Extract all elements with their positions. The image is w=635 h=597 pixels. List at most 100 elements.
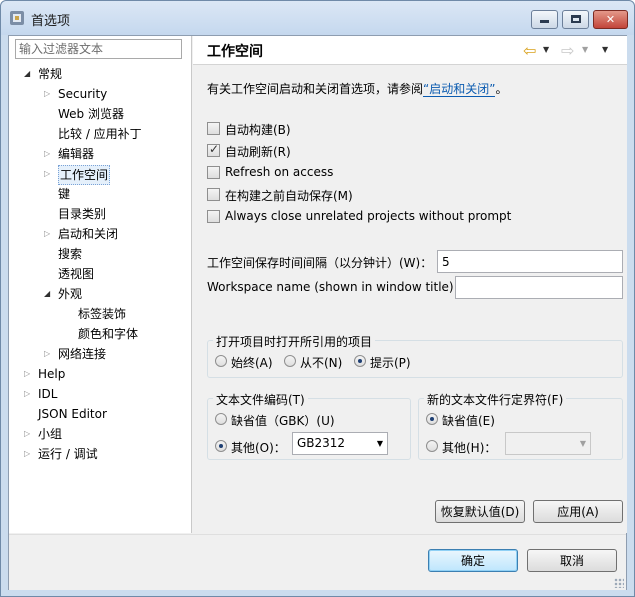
back-history-dropdown-icon[interactable]: ▼ bbox=[543, 45, 549, 54]
tree-item[interactable]: ▷ 编辑器 bbox=[9, 145, 192, 163]
tree-item[interactable]: ▷ Security bbox=[9, 85, 192, 103]
collapsed-arrow-icon[interactable]: ▷ bbox=[24, 425, 30, 443]
open-refs-always-radio[interactable] bbox=[215, 355, 227, 367]
tree-item-label: Help bbox=[38, 367, 66, 381]
tree-item[interactable]: 透视图 bbox=[9, 265, 192, 283]
tree-item-label: 启动和关闭 bbox=[58, 227, 119, 241]
tree-item-label: 网络连接 bbox=[58, 347, 107, 361]
encoding-combo[interactable]: GB2312 ▼ bbox=[292, 432, 388, 455]
encoding-default-label[interactable]: 缺省值（GBK）(U) bbox=[231, 412, 335, 429]
tree-item-label: IDL bbox=[38, 387, 58, 401]
line-delimiter-combo[interactable]: ▼ bbox=[505, 432, 591, 455]
tree-item-label: 编辑器 bbox=[58, 147, 95, 161]
minimize-icon bbox=[540, 20, 549, 23]
tree-item[interactable]: ◢ 外观 bbox=[9, 285, 192, 303]
tree-item[interactable]: ▷ 网络连接 bbox=[9, 345, 192, 363]
ok-button[interactable]: 确定 bbox=[428, 549, 518, 572]
resize-grip-icon[interactable] bbox=[614, 578, 624, 588]
restore-defaults-button[interactable]: 恢复默认值(D) bbox=[435, 500, 525, 523]
open-refs-prompt-label[interactable]: 提示(P) bbox=[370, 354, 411, 371]
line-delimiter-other-radio[interactable] bbox=[426, 440, 438, 452]
chevron-down-icon: ▼ bbox=[376, 439, 383, 448]
collapsed-arrow-icon[interactable]: ▷ bbox=[44, 225, 50, 243]
title-bar[interactable]: 首选项 ✕ bbox=[1, 1, 634, 35]
encoding-other-radio[interactable] bbox=[215, 440, 227, 452]
tree-item-label: 工作空间 bbox=[58, 165, 111, 185]
save-before-build-label[interactable]: 在构建之前自动保存(M) bbox=[225, 187, 353, 204]
preferences-window: 首选项 ✕ ◢ 常规 ▷ Security Web 浏览器比较 / 应用补丁 ▷ 编辑器 ▷ 工… bbox=[0, 0, 635, 597]
close-unrelated-checkbox[interactable] bbox=[207, 210, 220, 223]
tree-item-label: 透视图 bbox=[58, 267, 95, 281]
collapsed-arrow-icon[interactable]: ▷ bbox=[44, 345, 50, 363]
forward-history-dropdown-icon[interactable]: ▼ bbox=[582, 45, 588, 54]
back-arrow-icon[interactable]: ⇦ bbox=[523, 41, 536, 60]
line-delimiter-other-label[interactable]: 其他(H)： bbox=[442, 439, 496, 456]
workspace-name-label: Workspace name (shown in window title): bbox=[207, 280, 458, 294]
app-icon bbox=[10, 11, 24, 25]
cancel-button[interactable]: 取消 bbox=[527, 549, 617, 572]
refresh-on-access-label[interactable]: Refresh on access bbox=[225, 165, 333, 179]
auto-refresh-label[interactable]: 自动刷新(R) bbox=[225, 143, 291, 160]
encoding-other-label[interactable]: 其他(O)： bbox=[231, 439, 286, 456]
workspace-name-field[interactable] bbox=[455, 276, 623, 299]
tree-item-label: 比较 / 应用补丁 bbox=[58, 127, 142, 141]
collapsed-arrow-icon[interactable]: ▷ bbox=[44, 145, 50, 163]
collapsed-arrow-icon[interactable]: ▷ bbox=[24, 365, 30, 383]
collapsed-arrow-icon[interactable]: ▷ bbox=[24, 385, 30, 403]
close-unrelated-label[interactable]: Always close unrelated projects without … bbox=[225, 209, 511, 223]
line-delimiter-default-label[interactable]: 缺省值(E) bbox=[442, 412, 495, 429]
tree-item[interactable]: 颜色和字体 bbox=[9, 325, 192, 343]
tree-item[interactable]: JSON Editor bbox=[9, 405, 192, 423]
tree-item[interactable]: 键 bbox=[9, 185, 192, 203]
minimize-button[interactable] bbox=[531, 10, 558, 29]
tree-item[interactable]: 目录类别 bbox=[9, 205, 192, 223]
text-file-encoding-title: 文本文件编码(T) bbox=[213, 391, 308, 408]
encoding-default-radio[interactable] bbox=[215, 413, 227, 425]
description-suffix: 。 bbox=[495, 82, 508, 96]
open-refs-always-label[interactable]: 始终(A) bbox=[231, 354, 273, 371]
refresh-on-access-checkbox[interactable] bbox=[207, 166, 220, 179]
maximize-button[interactable] bbox=[562, 10, 589, 29]
page-description: 有关工作空间启动和关闭首选项，请参阅“启动和关闭”。 bbox=[207, 80, 507, 97]
tree-item[interactable]: ▷ 运行 / 调试 bbox=[9, 445, 192, 463]
collapsed-arrow-icon[interactable]: ▷ bbox=[44, 165, 50, 183]
forward-arrow-icon[interactable]: ⇨ bbox=[561, 41, 574, 60]
tree-item-label: 外观 bbox=[58, 287, 83, 301]
auto-build-checkbox[interactable] bbox=[207, 122, 220, 135]
tree-item[interactable]: ▷ Help bbox=[9, 365, 192, 383]
page-header: 工作空间 ⇦ ▼ ⇨ ▼ ▼ bbox=[193, 36, 627, 65]
tree-item[interactable]: 标签装饰 bbox=[9, 305, 192, 323]
apply-button[interactable]: 应用(A) bbox=[533, 500, 623, 523]
tree-item-label: 小组 bbox=[38, 427, 63, 441]
open-refs-prompt-radio[interactable] bbox=[354, 355, 366, 367]
filter-input[interactable] bbox=[15, 39, 182, 59]
tree-item[interactable]: 搜索 bbox=[9, 245, 192, 263]
tree-item[interactable]: ▷ 启动和关闭 bbox=[9, 225, 192, 243]
tree-item[interactable]: 比较 / 应用补丁 bbox=[9, 125, 192, 143]
expanded-arrow-icon[interactable]: ◢ bbox=[44, 285, 50, 303]
auto-build-label[interactable]: 自动构建(B) bbox=[225, 121, 291, 138]
page-content: 有关工作空间启动和关闭首选项，请参阅“启动和关闭”。 自动构建(B) 自动刷新(… bbox=[193, 66, 627, 533]
tree-item-label: 标签装饰 bbox=[78, 307, 127, 321]
close-button[interactable]: ✕ bbox=[593, 10, 628, 29]
line-delimiter-default-radio[interactable] bbox=[426, 413, 438, 425]
open-refs-never-label[interactable]: 从不(N) bbox=[300, 354, 342, 371]
tree-item[interactable]: ▷ 工作空间 bbox=[9, 165, 192, 185]
save-before-build-checkbox[interactable] bbox=[207, 188, 220, 201]
expanded-arrow-icon[interactable]: ◢ bbox=[24, 65, 30, 83]
auto-refresh-checkbox[interactable] bbox=[207, 142, 220, 157]
view-menu-icon[interactable]: ▼ bbox=[602, 45, 608, 54]
collapsed-arrow-icon[interactable]: ▷ bbox=[24, 445, 30, 463]
tree-item[interactable]: Web 浏览器 bbox=[9, 105, 192, 123]
tree-item[interactable]: ◢ 常规 bbox=[9, 65, 192, 83]
tree-item[interactable]: ▷ IDL bbox=[9, 385, 192, 403]
save-interval-field[interactable] bbox=[437, 250, 623, 273]
startup-shutdown-link[interactable]: “启动和关闭” bbox=[423, 82, 496, 97]
dialog-button-bar: 确定 取消 bbox=[9, 534, 626, 590]
collapsed-arrow-icon[interactable]: ▷ bbox=[44, 85, 50, 103]
tree-item[interactable]: ▷ 小组 bbox=[9, 425, 192, 443]
encoding-combo-value: GB2312 bbox=[297, 436, 346, 450]
save-interval-label: 工作空间保存时间间隔（以分钟计）(W)： bbox=[207, 256, 433, 270]
line-delimiter-group: 新的文本文件行定界符(F) 缺省值(E) 其他(H)： ▼ bbox=[418, 391, 623, 460]
open-refs-never-radio[interactable] bbox=[284, 355, 296, 367]
